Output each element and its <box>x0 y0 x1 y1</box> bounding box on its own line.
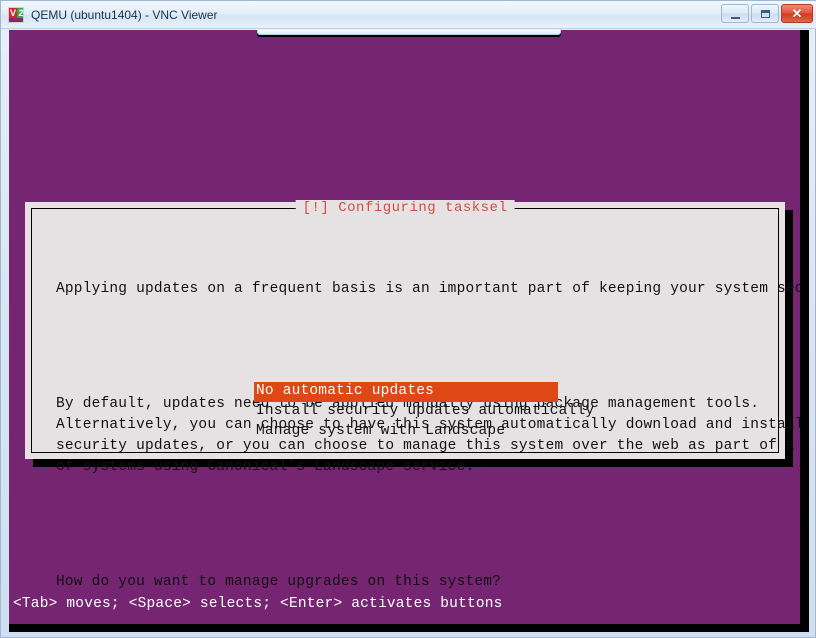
vnc-viewer-window: V 2 QEMU (ubuntu1404) - VNC Viewer ✕ [!] <box>0 0 816 638</box>
vnc-toolbar-tab[interactable] <box>257 30 561 35</box>
menu-option-no-automatic-updates[interactable]: No automatic updates <box>254 382 558 402</box>
menu-option-manage-with-landscape[interactable]: Manage system with Landscape <box>254 422 596 442</box>
menu-option-install-security-updates[interactable]: Install security updates automatically <box>254 402 596 422</box>
window-controls: ✕ <box>721 4 813 23</box>
dialog-title: [!] Configuring tasksel <box>295 200 515 217</box>
paragraph-spacer-1 <box>56 342 766 352</box>
close-button[interactable]: ✕ <box>781 4 813 23</box>
vnc-remote-screen[interactable]: [!] Configuring tasksel Applying updates… <box>9 30 800 624</box>
minimize-icon <box>730 14 740 19</box>
maximize-button[interactable] <box>751 4 779 23</box>
window-title: QEMU (ubuntu1404) - VNC Viewer <box>31 7 218 22</box>
configuring-tasksel-dialog: [!] Configuring tasksel Applying updates… <box>25 200 800 590</box>
maximize-icon <box>760 9 770 18</box>
vnc-icon-strip <box>9 17 23 22</box>
paragraph-spacer-2 <box>56 520 766 530</box>
window-titlebar[interactable]: V 2 QEMU (ubuntu1404) - VNC Viewer ✕ <box>1 1 816 29</box>
dialog-inner-border: [!] Configuring tasksel Applying updates… <box>31 200 800 590</box>
keyboard-help-text: <Tab> moves; <Space> selects; <Enter> ac… <box>13 596 503 612</box>
minimize-button[interactable] <box>721 4 749 23</box>
dialog-question: How do you want to manage upgrades on th… <box>56 574 502 590</box>
upgrade-options-menu[interactable]: No automatic updates Install security up… <box>254 382 596 442</box>
vnc-canvas-frame: [!] Configuring tasksel Applying updates… <box>9 30 809 632</box>
close-icon: ✕ <box>791 6 803 21</box>
vnc-viewer-icon: V 2 <box>8 6 24 23</box>
dialog-paragraph-1: Applying updates on a frequent basis is … <box>56 281 800 297</box>
